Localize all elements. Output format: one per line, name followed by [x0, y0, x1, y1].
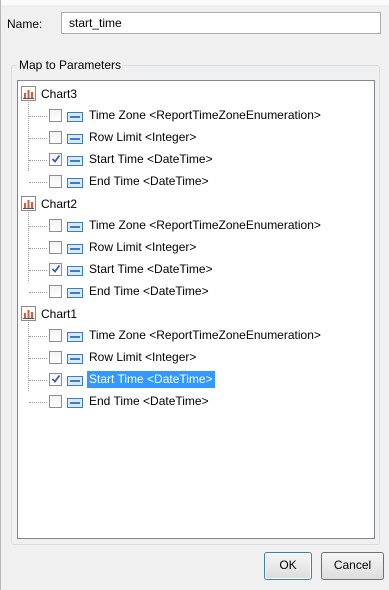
parameter-label: Time Zone <ReportTimeZoneEnumeration>	[89, 328, 321, 342]
parameter-field-icon	[67, 375, 83, 386]
tree-connector	[29, 270, 47, 271]
parameter-label: Row Limit <Integer>	[89, 350, 197, 364]
top-strip	[1, 0, 389, 5]
parameter-label: End Time <DateTime>	[89, 394, 209, 408]
tree-node-parameter[interactable]: Start Time <DateTime>	[18, 260, 374, 280]
chart-node-label: Chart3	[41, 87, 78, 101]
parameter-checkbox[interactable]	[49, 329, 62, 342]
parameter-mapping-dialog: Name: start_time Map to Parameters Chart…	[0, 0, 389, 590]
bar-chart-icon	[21, 196, 36, 211]
tree-node-parameter[interactable]: Time Zone <ReportTimeZoneEnumeration>	[18, 326, 374, 346]
parameter-label: Start Time <DateTime>	[89, 262, 213, 276]
ok-button[interactable]: OK	[264, 552, 312, 580]
group-legend: Map to Parameters	[17, 58, 125, 72]
name-input[interactable]: start_time	[61, 12, 381, 34]
parameter-field-icon	[67, 287, 83, 298]
tree-connector	[29, 226, 47, 227]
tree-node-parameter[interactable]: Time Zone <ReportTimeZoneEnumeration>	[18, 216, 374, 236]
parameter-checkbox[interactable]	[49, 109, 62, 122]
parameter-checkbox[interactable]	[49, 219, 62, 232]
tree-node-parameter[interactable]: Row Limit <Integer>	[18, 348, 374, 368]
bar-chart-icon	[21, 306, 36, 321]
parameter-field-icon	[67, 221, 83, 232]
parameter-label: Row Limit <Integer>	[89, 130, 197, 144]
parameter-field-icon	[67, 331, 83, 342]
tree-connector	[29, 116, 47, 117]
tree-connector	[29, 138, 47, 139]
tree-connector	[29, 358, 47, 359]
tree-node-chart[interactable]: Chart1	[18, 304, 374, 324]
parameter-checkbox[interactable]	[49, 351, 62, 364]
tree-node-parameter[interactable]: Time Zone <ReportTimeZoneEnumeration>	[18, 106, 374, 126]
parameter-checkbox[interactable]	[49, 241, 62, 254]
bar-chart-icon	[21, 86, 36, 101]
tree-node-parameter[interactable]: Start Time <DateTime>	[18, 150, 374, 170]
tree-node-parameter[interactable]: End Time <DateTime>	[18, 172, 374, 192]
parameter-label: Row Limit <Integer>	[89, 240, 197, 254]
tree-connector	[29, 336, 47, 337]
parameter-checkbox[interactable]	[49, 285, 62, 298]
tree-node-parameter[interactable]: Start Time <DateTime>	[18, 370, 374, 390]
parameter-field-icon	[67, 243, 83, 254]
parameter-checkbox[interactable]	[49, 263, 62, 276]
parameter-checkbox[interactable]	[49, 153, 62, 166]
parameter-field-icon	[67, 353, 83, 364]
parameter-checkbox[interactable]	[49, 373, 62, 386]
parameter-label: Time Zone <ReportTimeZoneEnumeration>	[89, 108, 321, 122]
parameter-label: Time Zone <ReportTimeZoneEnumeration>	[89, 218, 321, 232]
parameter-label: End Time <DateTime>	[89, 284, 209, 298]
tree-connector	[29, 402, 47, 403]
cancel-button[interactable]: Cancel	[321, 552, 384, 580]
chart-node-label: Chart1	[41, 307, 78, 321]
tree-connector	[29, 292, 47, 293]
tree-connector	[29, 160, 47, 161]
parameter-checkbox[interactable]	[49, 395, 62, 408]
tree-connector	[29, 380, 47, 381]
chart-node-label: Chart2	[41, 197, 78, 211]
tree-node-parameter[interactable]: End Time <DateTime>	[18, 392, 374, 412]
tree-node-chart[interactable]: Chart3	[18, 84, 374, 104]
name-label: Name:	[7, 17, 43, 31]
tree-node-parameter[interactable]: Row Limit <Integer>	[18, 238, 374, 258]
tree-node-chart[interactable]: Chart2	[18, 194, 374, 214]
parameter-field-icon	[67, 265, 83, 276]
tree-connector	[29, 182, 47, 183]
parameter-field-icon	[67, 133, 83, 144]
parameter-tree[interactable]: Chart3 Time Zone <ReportTimeZoneEnumerati…	[17, 80, 375, 539]
tree-node-parameter[interactable]: End Time <DateTime>	[18, 282, 374, 302]
parameter-checkbox[interactable]	[49, 131, 62, 144]
parameter-label: End Time <DateTime>	[89, 174, 209, 188]
parameter-label: Start Time <DateTime>	[87, 371, 215, 388]
parameter-field-icon	[67, 177, 83, 188]
parameter-field-icon	[67, 111, 83, 122]
tree-connector	[29, 248, 47, 249]
parameter-field-icon	[67, 397, 83, 408]
parameter-checkbox[interactable]	[49, 175, 62, 188]
parameter-label: Start Time <DateTime>	[89, 152, 213, 166]
parameter-field-icon	[67, 155, 83, 166]
tree-node-parameter[interactable]: Row Limit <Integer>	[18, 128, 374, 148]
